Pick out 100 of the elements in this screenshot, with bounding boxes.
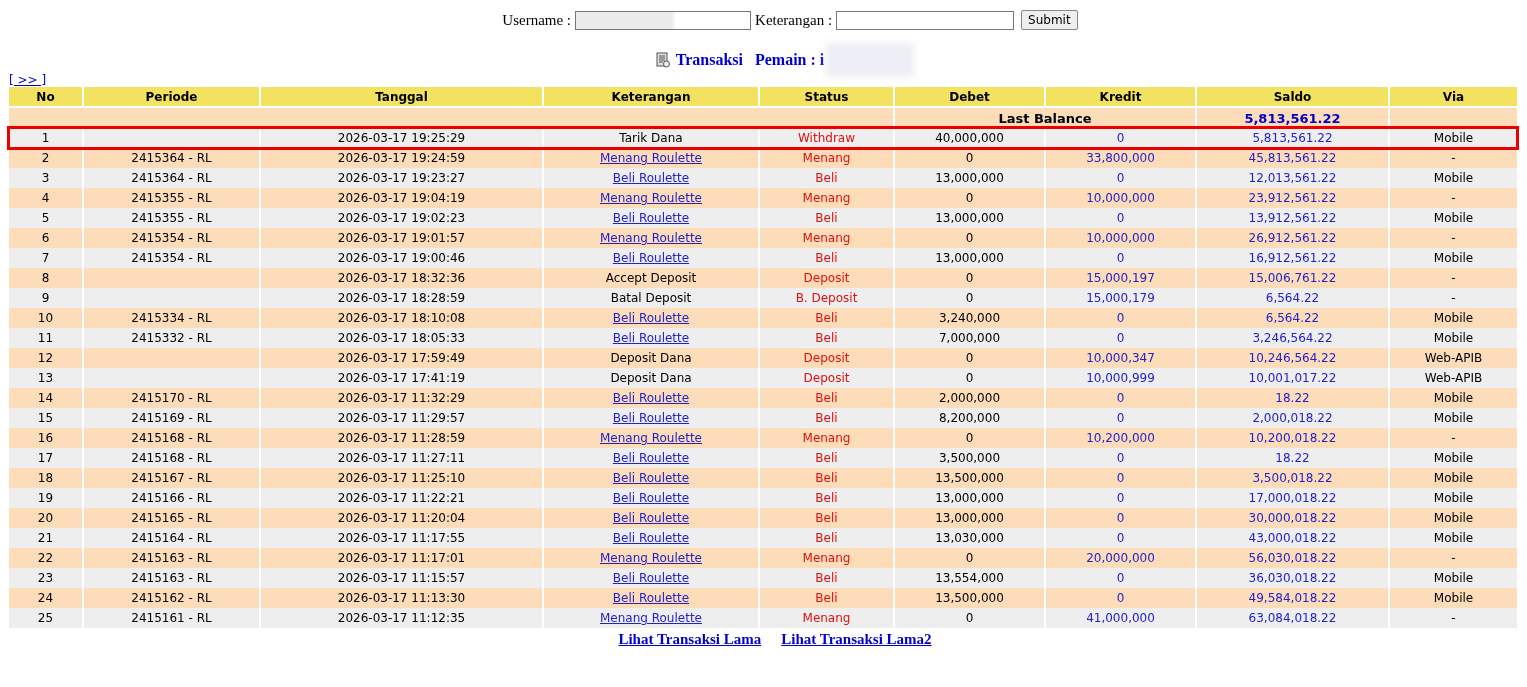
column-header: Periode [84,87,259,108]
table-cell: 0 [1046,508,1195,528]
table-cell: Mobile [1390,248,1517,268]
table-cell: 8,200,000 [895,408,1044,428]
username-field[interactable] [575,10,752,30]
table-cell: 0 [1046,528,1195,548]
column-header: Status [760,87,893,108]
table-cell: 18.22 [1197,448,1388,468]
table-cell: 25 [9,608,82,628]
table-cell: Tarik Dana [619,131,683,145]
table-cell: 0 [895,188,1044,208]
column-header: Tanggal [261,87,542,108]
table-cell: Mobile [1390,168,1517,188]
table-cell: Mobile [1390,128,1517,148]
table-cell: 56,030,018.22 [1197,548,1388,568]
status-cell: Withdraw [760,128,893,148]
table-cell: 0 [895,548,1044,568]
table-cell: 2026-03-17 19:24:59 [261,148,542,168]
table-cell: 2415354 - RL [131,251,212,265]
status-cell: Beli [760,448,893,468]
table-cell: - [1390,188,1517,208]
table-cell: 10,200,018.22 [1197,428,1388,448]
table-cell: 0 [1046,408,1195,428]
table-cell: 20,000,000 [1046,548,1195,568]
table-cell: Batal Deposit [610,291,692,305]
table-cell: 7 [9,248,82,268]
table-cell: 0 [1046,128,1195,148]
table-cell: 13,030,000 [895,528,1044,548]
table-cell: 40,000,000 [895,128,1044,148]
table-cell: 1 [9,128,82,148]
status-cell: Beli [760,568,893,588]
table-cell: 13,554,000 [895,568,1044,588]
table-cell: 13,000,000 [895,168,1044,188]
table-cell: 16 [9,428,82,448]
column-header: Via [1390,87,1517,108]
table-cell: 0 [895,268,1044,288]
table-cell: 2026-03-17 18:05:33 [261,328,542,348]
status-cell: B. Deposit [760,288,893,308]
table-cell: 2415162 - RL [131,591,212,605]
table-cell: Deposit Dana [610,371,692,385]
table-cell: 2026-03-17 11:25:10 [261,468,542,488]
last-balance-value: 5,813,561.22 [1197,108,1388,128]
last-balance-label: Last Balance [895,108,1195,128]
table-cell: 2026-03-17 11:17:01 [261,548,542,568]
username-label: Username : [502,11,572,29]
table-cell: 2415354 - RL [131,231,212,245]
table-cell: 2415163 - RL [131,551,212,565]
table-cell: 2026-03-17 19:25:29 [261,128,542,148]
submit-button[interactable]: Submit [1021,10,1078,30]
keterangan-label: Keterangan : [755,11,833,29]
column-header: Saldo [1197,87,1388,108]
table-cell: 2026-03-17 11:28:59 [261,428,542,448]
status-cell: Beli [760,528,893,548]
table-cell: 0 [895,608,1044,628]
table-cell: 17 [9,448,82,468]
table-cell: Mobile [1390,488,1517,508]
table-cell: 2026-03-17 18:32:36 [261,268,542,288]
player-label: Pemain : i [754,51,825,69]
table-cell: 2026-03-17 17:59:49 [261,348,542,368]
table-cell: 0 [895,148,1044,168]
table-cell: 5 [9,208,82,228]
column-header: Keterangan [544,87,758,108]
table-cell: 2415168 - RL [131,431,212,445]
status-cell: Beli [760,168,893,188]
table-cell: 0 [1046,168,1195,188]
table-cell: 2,000,018.22 [1197,408,1388,428]
table-cell: 2415334 - RL [131,311,212,325]
table-cell: 15,000,197 [1046,268,1195,288]
table-cell: 6,564.22 [1197,288,1388,308]
status-cell: Beli [760,588,893,608]
table-cell: 45,813,561.22 [1197,148,1388,168]
table-cell: 10,001,017.22 [1197,368,1388,388]
table-cell: 2026-03-17 11:17:55 [261,528,542,548]
status-cell: Menang [760,188,893,208]
old-transactions-link[interactable]: Lihat Transaksi Lama2 [781,631,932,648]
table-cell: 0 [1046,568,1195,588]
table-cell: 18 [9,468,82,488]
status-cell: Menang [760,148,893,168]
table-cell: 2415364 - RL [131,171,212,185]
table-cell: 21 [9,528,82,548]
keterangan-field[interactable] [836,10,1015,30]
status-cell: Beli [760,308,893,328]
status-cell: Menang [760,428,893,448]
table-cell: 63,084,018.22 [1197,608,1388,628]
table-cell: 6,564.22 [1197,308,1388,328]
table-cell: Mobile [1390,528,1517,548]
table-cell: Mobile [1390,588,1517,608]
table-cell: 2415169 - RL [131,411,212,425]
table-cell: 0 [895,288,1044,308]
document-icon [655,52,670,68]
old-transactions-link[interactable]: Lihat Transaksi Lama [618,631,762,648]
table-cell: - [1390,608,1517,628]
table-cell: 5,813,561.22 [1197,128,1388,148]
table-cell: 3,500,018.22 [1197,468,1388,488]
next-page-link[interactable]: [ >> ] [9,73,47,87]
table-cell: 13,500,000 [895,468,1044,488]
table-cell: 6 [9,228,82,248]
table-cell: 2415332 - RL [131,331,212,345]
table-cell: 11 [9,328,82,348]
table-cell: 3,240,000 [895,308,1044,328]
